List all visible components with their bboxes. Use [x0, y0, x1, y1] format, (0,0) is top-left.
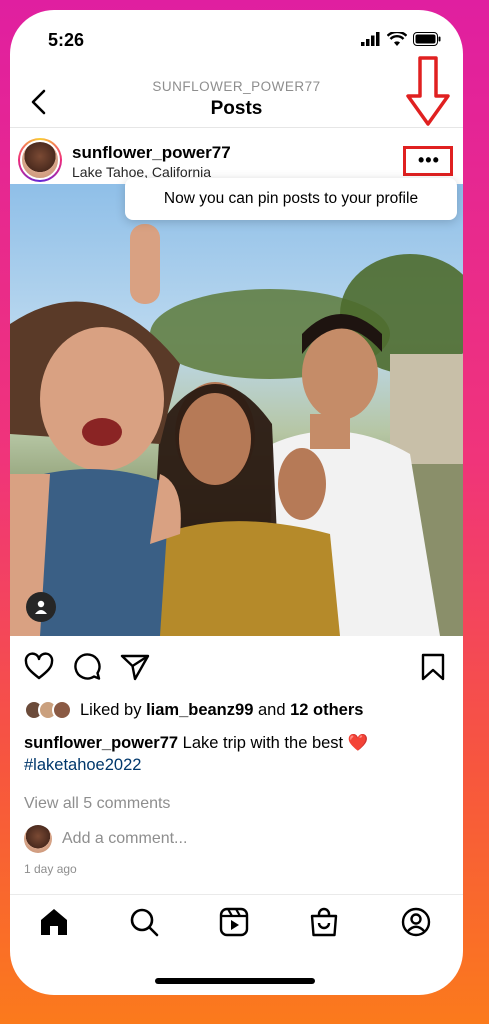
- page-title: Posts: [210, 98, 263, 119]
- more-options-button[interactable]: •••: [418, 150, 440, 171]
- caption-username[interactable]: sunflower_power77: [24, 734, 178, 752]
- liked-prefix: Liked by: [80, 700, 142, 719]
- avatar[interactable]: [18, 138, 62, 182]
- bottom-tab-bar: [10, 894, 463, 954]
- header-username: SUNFLOWER_POWER77: [152, 79, 321, 94]
- bookmark-icon[interactable]: [418, 652, 448, 682]
- battery-icon: [413, 32, 441, 46]
- pin-tooltip[interactable]: Now you can pin posts to your profile: [125, 178, 457, 220]
- search-icon[interactable]: [127, 905, 161, 939]
- caption-text: Lake trip with the best: [182, 734, 344, 752]
- post-username[interactable]: sunflower_power77: [72, 143, 231, 163]
- view-comments-link[interactable]: View all 5 comments: [24, 795, 170, 813]
- add-comment-input[interactable]: Add a comment...: [62, 830, 187, 848]
- down-arrow-icon: [406, 56, 450, 126]
- add-comment-row[interactable]: Add a comment...: [24, 824, 187, 854]
- status-bar: 5:26: [10, 10, 463, 68]
- post-photo[interactable]: [10, 184, 463, 636]
- post-actions: [10, 646, 463, 686]
- reels-icon[interactable]: [217, 905, 251, 939]
- caption-emoji: ❤️: [347, 734, 369, 752]
- profile-icon[interactable]: [399, 905, 433, 939]
- post-timestamp: 1 day ago: [24, 862, 77, 876]
- liked-and: and: [257, 700, 286, 719]
- heart-icon[interactable]: [24, 652, 54, 682]
- home-indicator: [155, 978, 315, 984]
- liked-by-row[interactable]: Liked by liam_beanz99 and 12 others: [24, 698, 363, 722]
- liked-others[interactable]: 12 others: [290, 701, 363, 719]
- status-time: 5:26: [48, 30, 85, 50]
- liked-by-text: Liked by liam_beanz99 and 12 others: [80, 701, 363, 720]
- wifi-icon: [387, 32, 407, 46]
- photo-scene: [10, 224, 463, 636]
- page-header: SUNFLOWER_POWER77 Posts: [10, 68, 463, 128]
- shopping-bag-icon[interactable]: [307, 905, 341, 939]
- paper-plane-icon[interactable]: [120, 652, 150, 682]
- person-tag-icon[interactable]: [26, 592, 56, 622]
- status-icons: [361, 32, 441, 46]
- signal-icon: [361, 32, 380, 46]
- post-caption: sunflower_power77 Lake trip with the bes…: [24, 732, 444, 776]
- phone-screen: 5:26 SUNFLOWER_POWER77 Posts sunflower_p…: [10, 10, 463, 995]
- comment-bubble-icon[interactable]: [72, 652, 102, 682]
- avatar: [52, 700, 72, 720]
- post-header: sunflower_power77 Lake Tahoe, California…: [10, 128, 463, 184]
- home-icon[interactable]: [37, 905, 71, 939]
- liked-user[interactable]: liam_beanz99: [146, 701, 253, 719]
- avatar: [24, 825, 52, 853]
- caption-hashtag[interactable]: #laketahoe2022: [24, 756, 141, 774]
